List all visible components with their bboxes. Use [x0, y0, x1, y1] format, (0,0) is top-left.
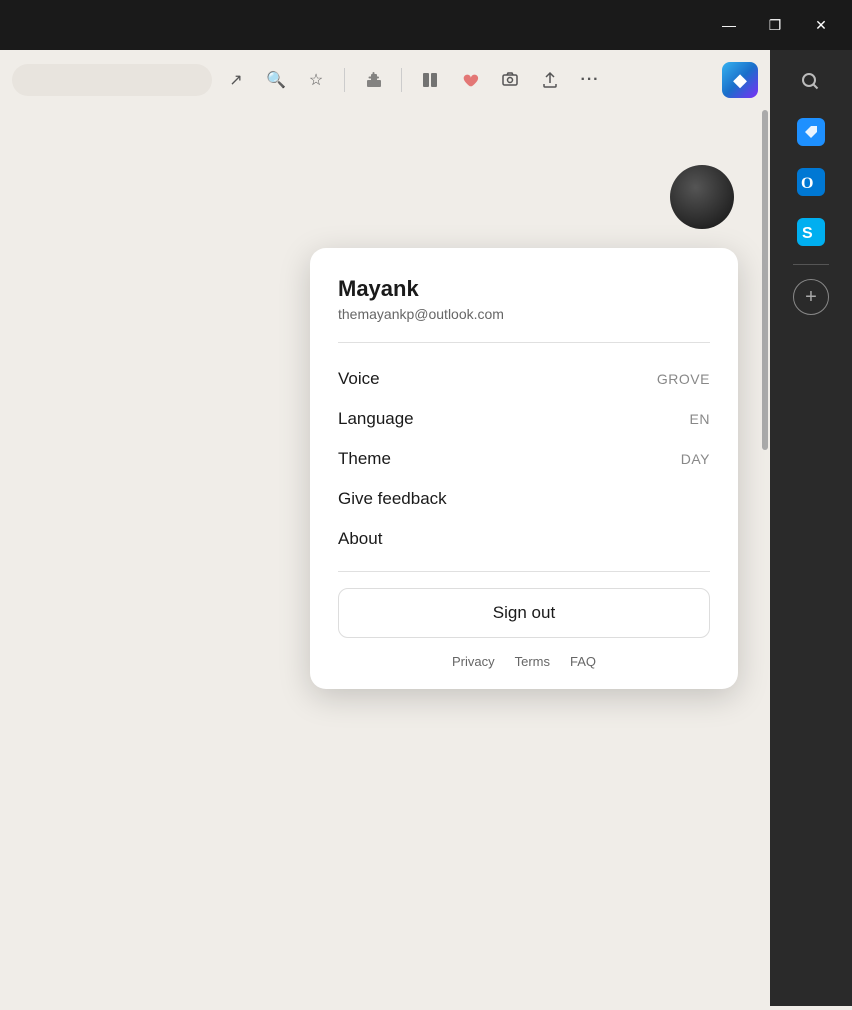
- language-label: Language: [338, 409, 414, 429]
- toolbar-separator: [344, 68, 345, 92]
- card-divider-bottom: [338, 571, 710, 572]
- zoom-out-icon[interactable]: 🔍: [260, 64, 292, 96]
- svg-text:S: S: [802, 225, 813, 242]
- more-options-icon[interactable]: ···: [574, 64, 606, 96]
- share-icon[interactable]: [534, 64, 566, 96]
- bookmark-icon[interactable]: ☆: [300, 64, 332, 96]
- feedback-row[interactable]: Give feedback: [338, 479, 710, 519]
- profile-name: Mayank: [338, 276, 710, 302]
- add-sidebar-app-button[interactable]: +: [793, 279, 829, 315]
- address-bar[interactable]: [12, 64, 212, 96]
- feedback-label: Give feedback: [338, 489, 447, 509]
- theme-row[interactable]: Theme DAY: [338, 439, 710, 479]
- reading-view-icon[interactable]: [414, 64, 446, 96]
- profile-card: Mayank themayankp@outlook.com Voice GROV…: [310, 248, 738, 689]
- minimize-button[interactable]: —: [706, 7, 752, 43]
- screenshot-icon[interactable]: [494, 64, 526, 96]
- right-sidebar: O S +: [770, 0, 852, 1006]
- title-bar: — ❐ ✕: [0, 0, 852, 50]
- language-value: EN: [690, 411, 710, 427]
- voice-row[interactable]: Voice GROVE: [338, 359, 710, 399]
- voice-value: GROVE: [657, 371, 710, 387]
- language-row[interactable]: Language EN: [338, 399, 710, 439]
- sidebar-app-outlook[interactable]: O: [789, 160, 833, 204]
- avatar-image: [670, 165, 734, 229]
- browser-toolbar: ↗ 🔍 ☆ ··· ◆: [0, 50, 770, 110]
- copilot-icon[interactable]: ◆: [722, 62, 758, 98]
- puzzle-icon[interactable]: [357, 64, 389, 96]
- profile-email: themayankp@outlook.com: [338, 306, 710, 322]
- about-row[interactable]: About: [338, 519, 710, 559]
- avatar[interactable]: [670, 165, 734, 229]
- health-icon[interactable]: [454, 64, 486, 96]
- scrollbar-track[interactable]: ▲: [760, 110, 770, 1010]
- close-button[interactable]: ✕: [798, 7, 844, 43]
- faq-link[interactable]: FAQ: [570, 654, 596, 669]
- theme-label: Theme: [338, 449, 391, 469]
- privacy-link[interactable]: Privacy: [452, 654, 495, 669]
- about-label: About: [338, 529, 382, 549]
- sidebar-search-icon[interactable]: [789, 60, 833, 104]
- card-footer: Privacy Terms FAQ: [338, 654, 710, 669]
- svg-text:O: O: [801, 175, 813, 192]
- sidebar-app-tags[interactable]: [789, 110, 833, 154]
- terms-link[interactable]: Terms: [515, 654, 550, 669]
- external-link-icon[interactable]: ↗: [220, 64, 252, 96]
- sidebar-divider: [793, 264, 829, 265]
- theme-value: DAY: [681, 451, 710, 467]
- toolbar-separator-2: [401, 68, 402, 92]
- sidebar-app-skype[interactable]: S: [789, 210, 833, 254]
- restore-button[interactable]: ❐: [752, 7, 798, 43]
- scroll-thumb[interactable]: [762, 110, 768, 450]
- voice-label: Voice: [338, 369, 380, 389]
- card-divider-top: [338, 342, 710, 343]
- sign-out-button[interactable]: Sign out: [338, 588, 710, 638]
